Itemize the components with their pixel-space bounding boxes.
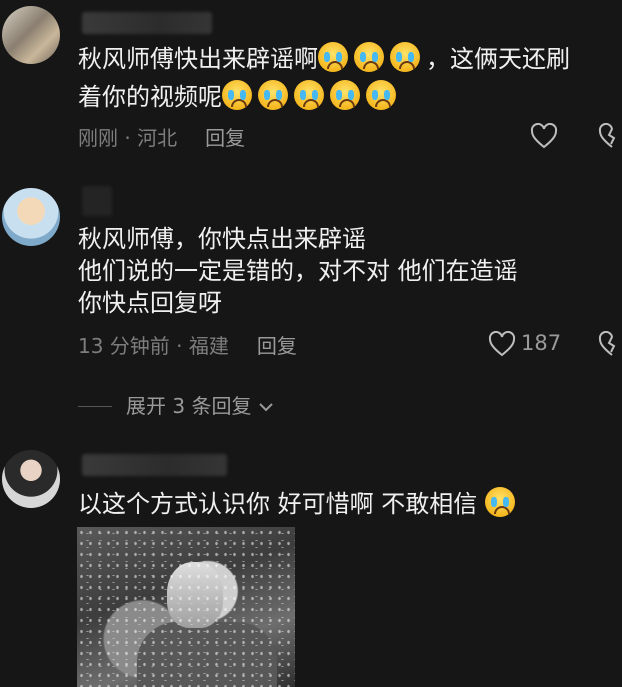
crying-face-icon (222, 80, 252, 110)
username-blurred[interactable] (82, 454, 227, 476)
comment-text: 秋风师傅，你快点出来辟谣 他们说的一定是错的，对不对 他们在造谣 你快点回复呀 (78, 225, 518, 317)
avatar[interactable] (2, 188, 60, 246)
chevron-down-icon (259, 403, 273, 412)
like-button[interactable] (488, 331, 516, 357)
pleading-face-icon (484, 487, 515, 517)
avatar[interactable] (2, 450, 60, 508)
username-blurred[interactable] (82, 12, 212, 34)
reply-button[interactable]: 回复 (257, 334, 297, 358)
crying-face-icon (366, 80, 396, 110)
comment-text: 以这个方式认识你 好可惜啊 不敢相信 (78, 487, 521, 520)
like-button[interactable] (530, 123, 558, 149)
image-figure-head (167, 562, 223, 628)
crying-face-icon (354, 42, 384, 72)
comment-meta: 刚刚 · 河北 回复 (78, 126, 246, 150)
crying-face-icon (390, 42, 420, 72)
dislike-button[interactable] (598, 331, 622, 357)
expand-replies-button[interactable]: 展开 3 条回复 (78, 390, 274, 419)
comment-text-line2: 着你的视频呢 (78, 80, 402, 113)
image-figure-body (137, 622, 277, 687)
comment-image[interactable] (77, 527, 295, 687)
crying-face-icon (318, 42, 348, 72)
dislike-button[interactable] (598, 123, 622, 149)
crying-face-icon (258, 80, 288, 110)
broken-heart-icon (598, 331, 616, 356)
avatar[interactable] (2, 6, 60, 64)
comment-text: 秋风师傅快出来辟谣啊 ，这俩天还刷 (78, 42, 570, 75)
heart-icon (488, 331, 516, 357)
crying-face-icon (294, 80, 324, 110)
reply-button[interactable]: 回复 (205, 126, 245, 150)
divider (78, 406, 112, 407)
broken-heart-icon (598, 123, 616, 148)
heart-icon (530, 123, 558, 149)
crying-face-icon (330, 80, 360, 110)
username-blurred[interactable] (82, 186, 112, 216)
like-count: 187 (521, 331, 562, 355)
comment-meta: 13 分钟前 · 福建 回复 (78, 334, 297, 358)
